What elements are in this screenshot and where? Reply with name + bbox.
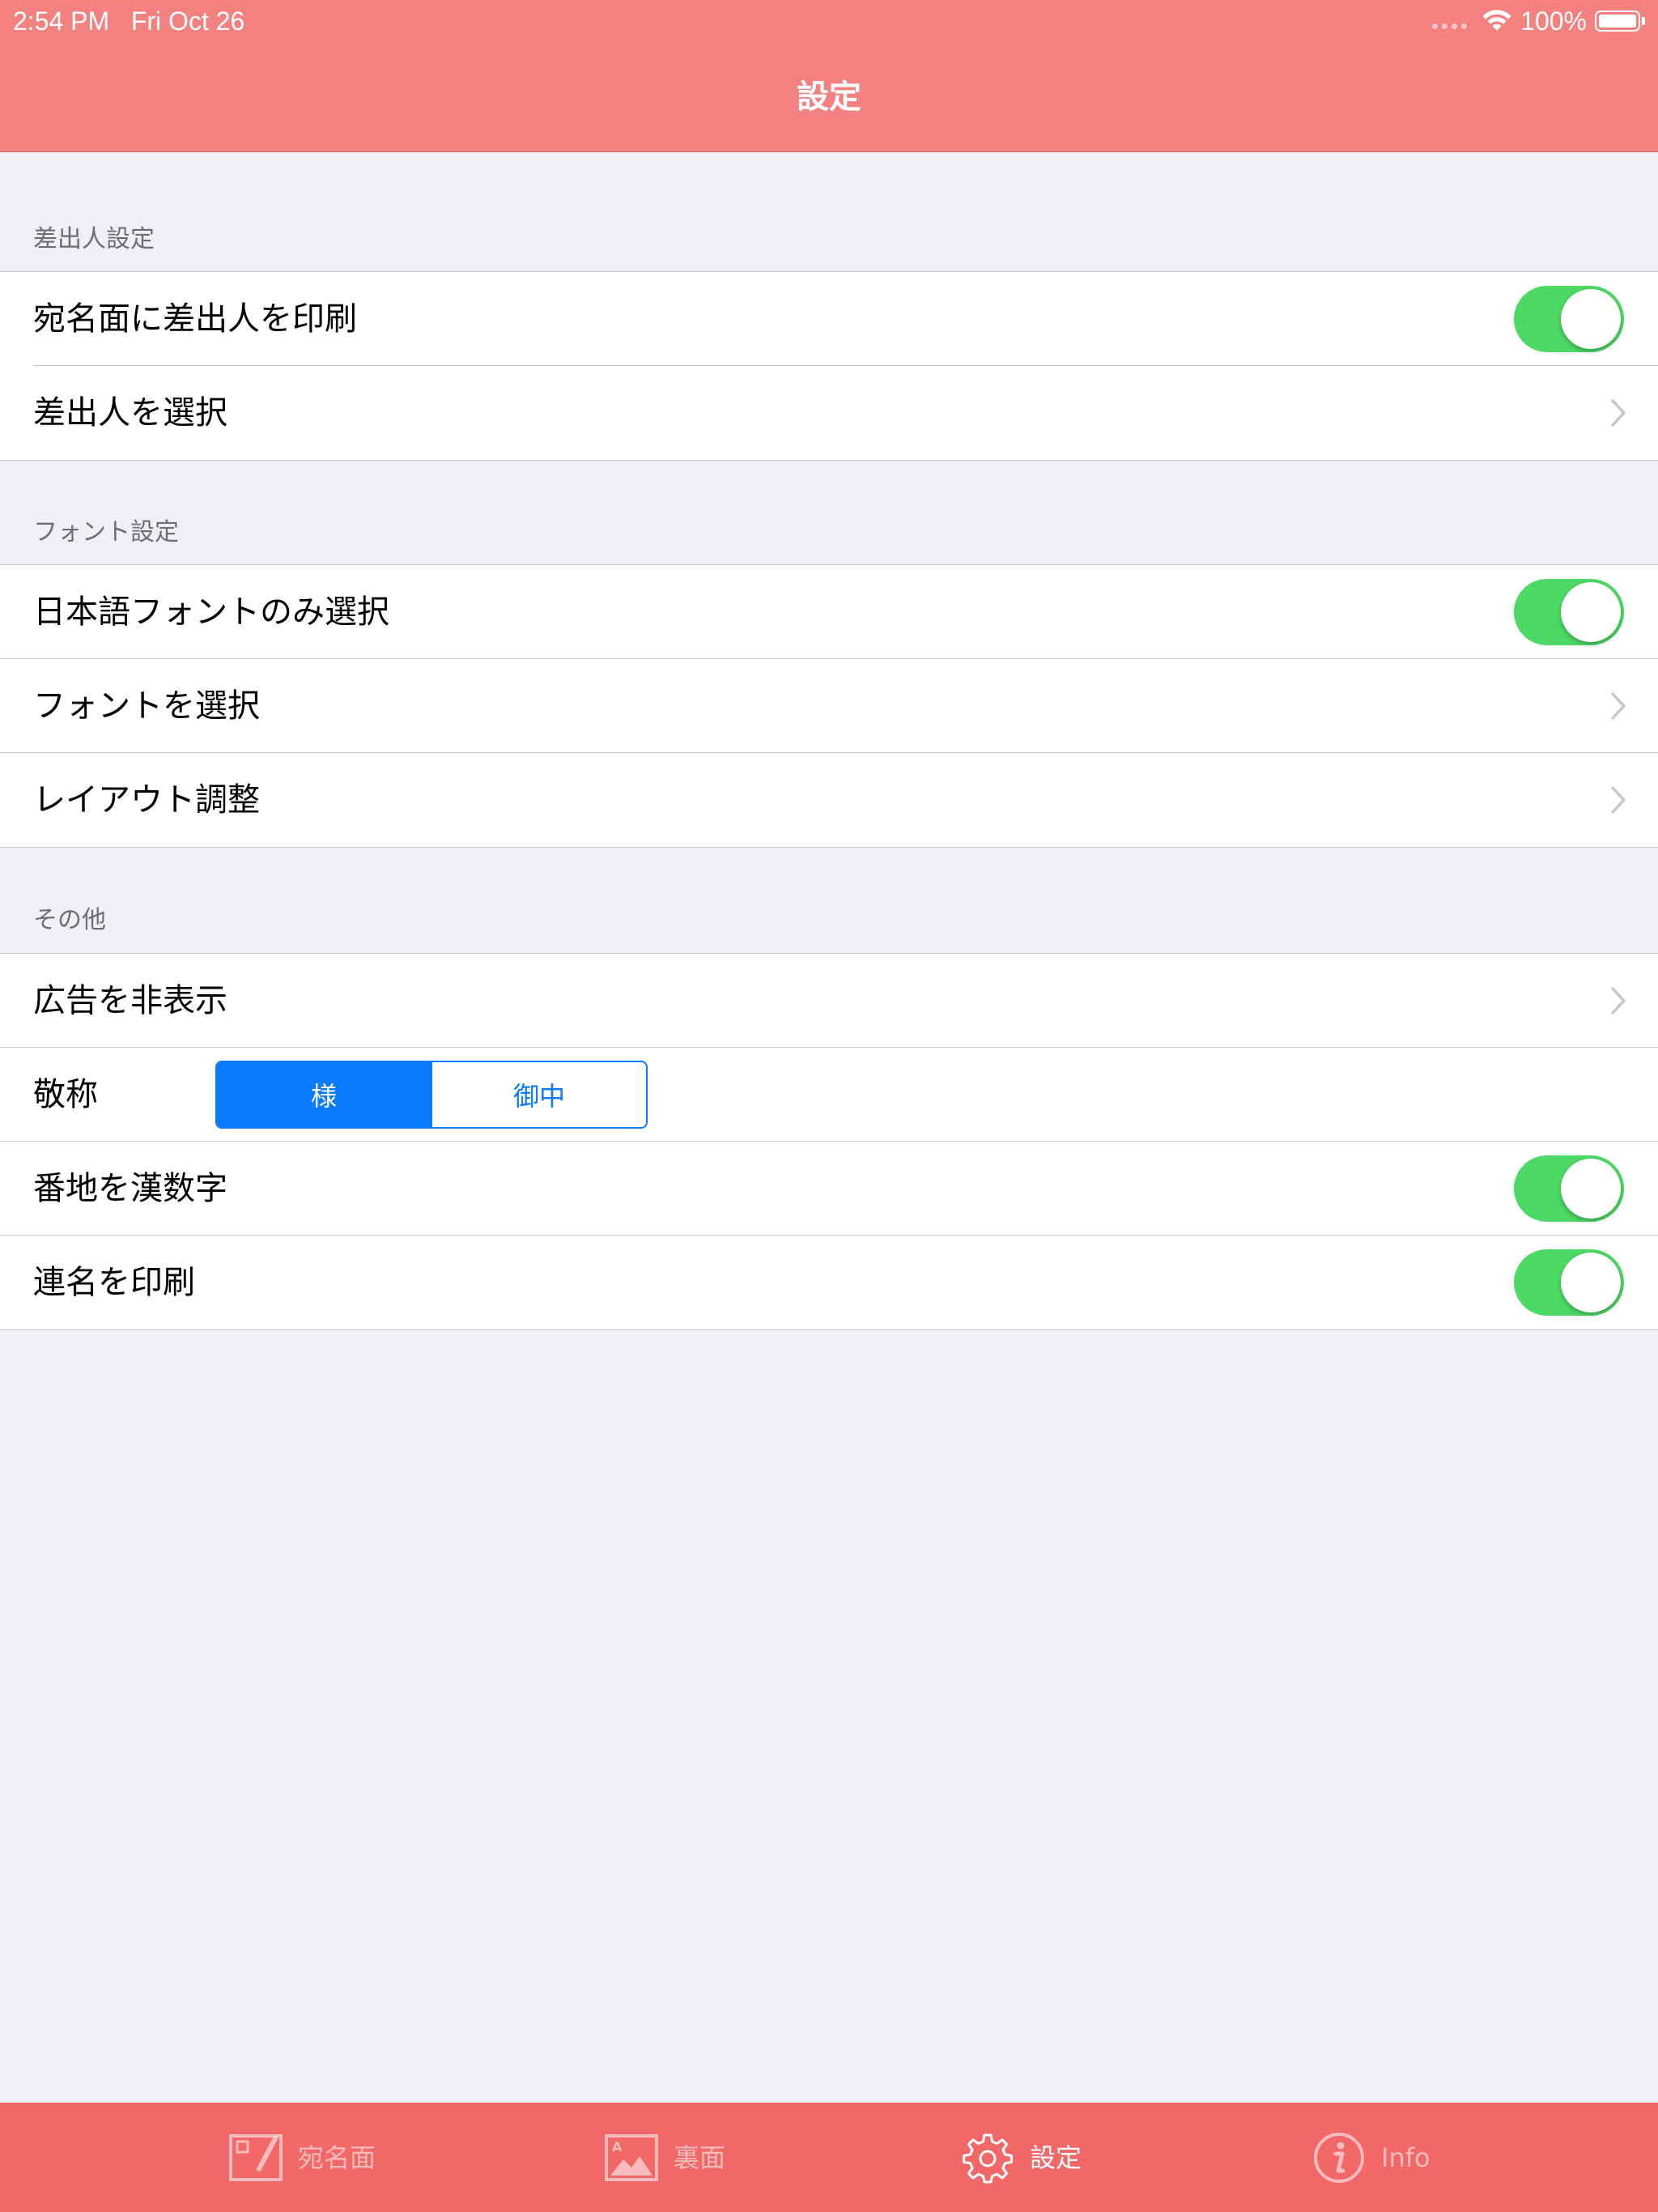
tab-label: 設定 xyxy=(1030,2142,1082,2173)
battery-icon xyxy=(1595,11,1645,32)
print-sender-row: 宛名面に差出人を印刷 xyxy=(0,272,1658,366)
honorific-option-onchu[interactable]: 御中 xyxy=(431,1062,646,1127)
wifi-icon xyxy=(1482,10,1511,31)
japanese-font-only-toggle[interactable] xyxy=(1514,579,1624,645)
kanji-numbers-toggle[interactable] xyxy=(1514,1155,1624,1222)
tab-address-side[interactable]: 宛名面 xyxy=(228,2103,376,2212)
honorific-segmented-control: 様 御中 xyxy=(215,1061,648,1129)
sender-settings-group: 宛名面に差出人を印刷 差出人を選択 xyxy=(0,271,1658,461)
choose-font-label: フォントを選択 xyxy=(33,687,260,725)
section-header-other: その他 xyxy=(33,906,106,934)
status-indicators: 100% xyxy=(1432,5,1645,37)
tab-label: 宛名面 xyxy=(298,2142,376,2173)
tab-label: 裏面 xyxy=(674,2142,726,2173)
tab-info[interactable]: Info xyxy=(1312,2103,1431,2212)
japanese-font-only-label: 日本語フォントのみ選択 xyxy=(33,593,389,631)
print-sender-label: 宛名面に差出人を印刷 xyxy=(33,300,357,338)
section-header-font: フォント設定 xyxy=(33,518,179,547)
tab-back-side[interactable]: A 裏面 xyxy=(604,2103,725,2212)
hide-ads-row[interactable]: 広告を非表示 xyxy=(0,954,1658,1048)
choose-sender-row[interactable]: 差出人を選択 xyxy=(0,365,1658,460)
joint-names-row: 連名を印刷 xyxy=(0,1235,1658,1329)
honorific-row: 敬称 様 御中 xyxy=(0,1047,1658,1142)
status-time-date: 2:54 PM Fri Oct 26 xyxy=(13,5,244,37)
print-sender-toggle[interactable] xyxy=(1514,286,1624,352)
info-icon xyxy=(1312,2130,1367,2185)
japanese-font-only-row: 日本語フォントのみ選択 xyxy=(0,565,1658,659)
kanji-numbers-label: 番地を漢数字 xyxy=(33,1170,227,1207)
battery-percent: 100% xyxy=(1520,6,1587,36)
chevron-right-icon xyxy=(1611,399,1626,427)
page-title: 設定 xyxy=(797,79,861,116)
toggle-knob xyxy=(1561,582,1621,642)
other-settings-group: 広告を非表示 敬称 様 御中 番地を漢数字 連名を印刷 xyxy=(0,953,1658,1330)
tab-settings[interactable]: 設定 xyxy=(960,2103,1082,2212)
tab-label: Info xyxy=(1381,2142,1431,2173)
gear-icon xyxy=(960,2130,1015,2185)
signal-icon xyxy=(1432,13,1468,29)
section-header-sender: 差出人設定 xyxy=(33,225,155,253)
address-side-icon xyxy=(228,2130,283,2185)
joint-names-toggle[interactable] xyxy=(1514,1249,1624,1316)
image-icon: A xyxy=(604,2130,659,2185)
chevron-right-icon xyxy=(1611,786,1626,814)
svg-text:A: A xyxy=(612,2139,623,2155)
honorific-label: 敬称 xyxy=(33,1076,98,1113)
hide-ads-label: 広告を非表示 xyxy=(33,982,227,1019)
font-settings-group: 日本語フォントのみ選択 フォントを選択 レイアウト調整 xyxy=(0,564,1658,848)
choose-sender-label: 差出人を選択 xyxy=(33,394,227,432)
chevron-right-icon xyxy=(1611,692,1626,720)
navigation-bar: 2:54 PM Fri Oct 26 100% 設定 xyxy=(0,0,1658,152)
toggle-knob xyxy=(1561,1253,1621,1312)
joint-names-label: 連名を印刷 xyxy=(33,1264,195,1301)
layout-adjust-label: レイアウト調整 xyxy=(33,781,260,819)
choose-font-row[interactable]: フォントを選択 xyxy=(0,658,1658,753)
status-time: 2:54 PM xyxy=(13,6,110,36)
toggle-knob xyxy=(1561,289,1621,349)
tab-bar: 宛名面 A 裏面 設定 Info xyxy=(0,2103,1658,2212)
honorific-option-sama[interactable]: 様 xyxy=(217,1062,431,1127)
status-date: Fri Oct 26 xyxy=(130,6,245,36)
layout-adjust-row[interactable]: レイアウト調整 xyxy=(0,752,1658,847)
kanji-numbers-row: 番地を漢数字 xyxy=(0,1141,1658,1236)
toggle-knob xyxy=(1561,1159,1621,1219)
chevron-right-icon xyxy=(1611,987,1626,1015)
